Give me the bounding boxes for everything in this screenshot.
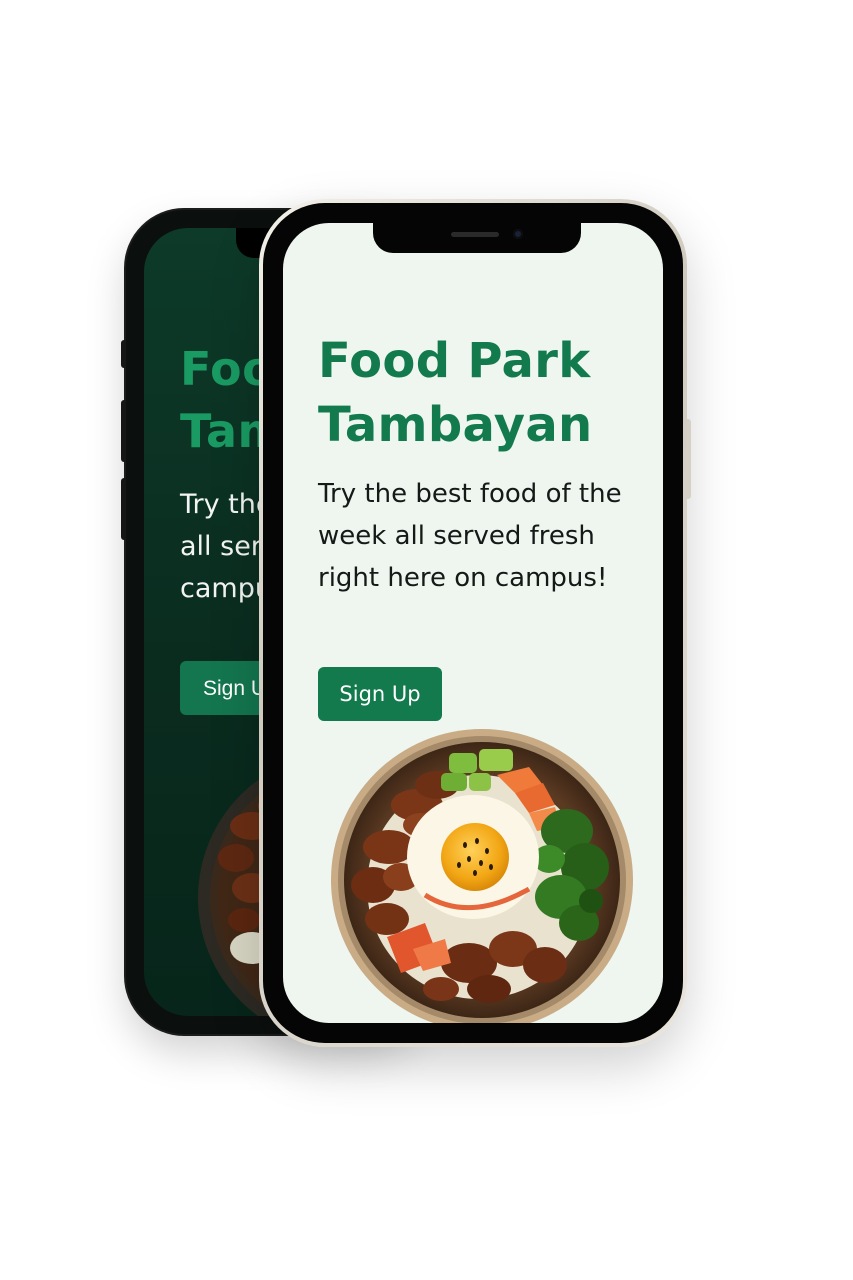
front-camera-icon: [513, 229, 523, 239]
front-phone: Food Park Tambayan Try the best food of …: [259, 199, 691, 1047]
rice-bowl-image: [331, 729, 633, 1023]
earpiece-speaker: [451, 232, 499, 237]
front-phone-screen: Food Park Tambayan Try the best food of …: [283, 223, 663, 1023]
app-title: Food Park Tambayan: [318, 333, 593, 453]
power-button: [687, 419, 691, 499]
front-phone-notch: [373, 223, 581, 253]
volume-up-button: [121, 400, 126, 462]
volume-down-button: [121, 478, 126, 540]
signup-button[interactable]: Sign Up: [318, 667, 442, 721]
mute-switch: [121, 340, 126, 368]
mockup-stage: Food Park Tambayan Try the best food of …: [0, 0, 853, 1280]
app-tagline: Try the best food of the week all served…: [318, 479, 622, 593]
front-phone-bezel: Food Park Tambayan Try the best food of …: [263, 203, 683, 1043]
